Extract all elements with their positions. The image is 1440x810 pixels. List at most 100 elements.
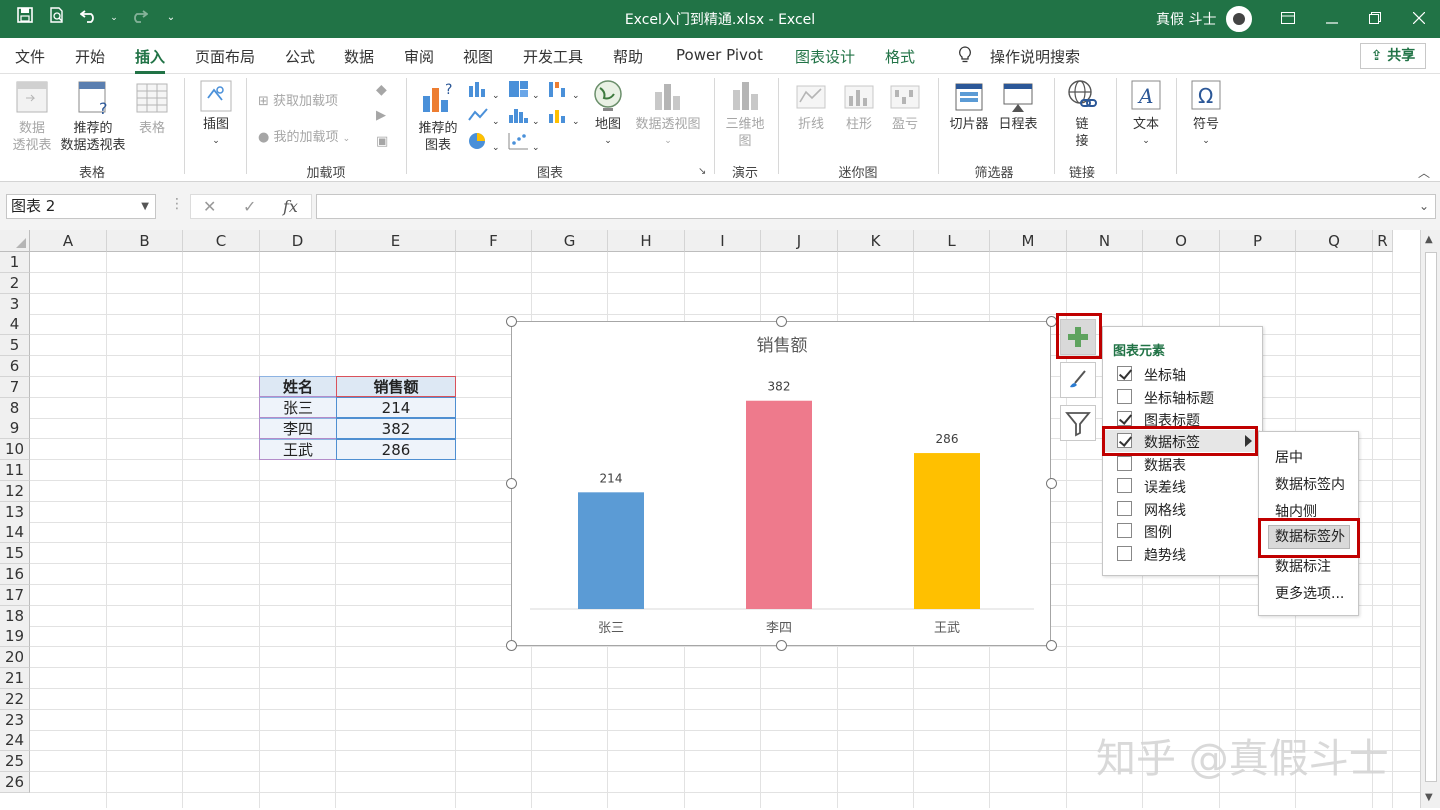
resize-handle[interactable] — [776, 640, 787, 651]
illustrations-button[interactable]: 插图 ⌄ — [196, 78, 236, 150]
bar-3[interactable] — [914, 453, 980, 609]
table-cell[interactable]: 李四 — [259, 418, 337, 439]
option-center[interactable]: 居中 — [1275, 447, 1303, 467]
resize-handle[interactable] — [506, 640, 517, 651]
element-data-table[interactable]: 数据表 — [1117, 453, 1257, 475]
tab-home[interactable]: 开始 — [75, 46, 105, 67]
scroll-thumb[interactable] — [1425, 252, 1437, 782]
share-button[interactable]: ⇪ 共享 — [1360, 43, 1426, 69]
table-header-sales[interactable]: 销售额 — [336, 376, 456, 397]
column-header-m[interactable]: M — [990, 230, 1067, 252]
row-header-17[interactable]: 17 — [0, 584, 30, 606]
map-chart-button[interactable]: 地图 ⌄ — [590, 78, 626, 150]
element-axes[interactable]: 坐标轴 — [1117, 363, 1257, 385]
fx-icon[interactable]: fx — [283, 197, 298, 216]
collapse-ribbon-icon[interactable]: ︿ — [1418, 164, 1430, 181]
tab-insert[interactable]: 插入 — [135, 46, 166, 74]
row-header-24[interactable]: 24 — [0, 730, 30, 752]
resize-handle[interactable] — [1046, 478, 1057, 489]
table-cell[interactable]: 214 — [336, 397, 456, 418]
symbol-button[interactable]: Ω 符号 ⌄ — [1186, 78, 1226, 150]
tab-power-pivot[interactable]: Power Pivot — [676, 46, 763, 64]
column-header-l[interactable]: L — [914, 230, 990, 252]
chevron-down-icon[interactable]: ▼ — [141, 195, 149, 218]
name-box[interactable]: 图表 2 ▼ — [6, 194, 156, 219]
row-header-11[interactable]: 11 — [0, 460, 30, 481]
row-header-3[interactable]: 3 — [0, 293, 30, 315]
formula-input[interactable]: ⌄ — [316, 194, 1436, 219]
column-header-b[interactable]: B — [107, 230, 183, 252]
option-data-callout[interactable]: 数据标注 — [1275, 556, 1331, 576]
scroll-up-icon[interactable]: ▲ — [1425, 234, 1433, 245]
checkbox[interactable] — [1117, 546, 1132, 561]
tab-chart-design[interactable]: 图表设计 — [795, 46, 855, 67]
column-header-k[interactable]: K — [838, 230, 914, 252]
element-legend[interactable]: 图例 — [1117, 520, 1257, 542]
row-header-19[interactable]: 19 — [0, 626, 30, 648]
column-header-c[interactable]: C — [183, 230, 260, 252]
pie-chart-icon[interactable]: ⌄ — [468, 132, 500, 154]
tab-file[interactable]: 文件 — [15, 46, 45, 67]
row-header-1[interactable]: 1 — [0, 252, 30, 273]
row-header-16[interactable]: 16 — [0, 564, 30, 585]
table-cell[interactable]: 286 — [336, 439, 456, 460]
table-cell[interactable]: 382 — [336, 418, 456, 439]
resize-handle[interactable] — [1046, 640, 1057, 651]
restore-icon[interactable] — [1362, 6, 1388, 32]
checkbox[interactable] — [1117, 523, 1132, 538]
column-header-o[interactable]: O — [1143, 230, 1220, 252]
vertical-scrollbar[interactable]: ▲ ▼ — [1420, 230, 1440, 808]
cancel-icon[interactable]: ✕ — [203, 197, 216, 216]
column-header-p[interactable]: P — [1220, 230, 1296, 252]
data-label[interactable]: 214 — [600, 471, 623, 485]
checkbox[interactable] — [1117, 456, 1132, 471]
column-header-d[interactable]: D — [260, 230, 336, 252]
enter-icon[interactable]: ✓ — [243, 197, 256, 216]
element-trendline[interactable]: 趋势线 — [1117, 543, 1257, 565]
row-header-5[interactable]: 5 — [0, 335, 30, 357]
text-button[interactable]: A 文本 ⌄ — [1126, 78, 1166, 150]
table-cell[interactable]: 张三 — [259, 397, 337, 418]
chart-title[interactable]: 销售额 — [757, 336, 808, 356]
resize-handle[interactable] — [506, 478, 517, 489]
close-icon[interactable] — [1406, 6, 1432, 32]
row-header-13[interactable]: 13 — [0, 501, 30, 523]
tell-me-search[interactable]: 操作说明搜索 — [990, 46, 1080, 67]
hierarchy-chart-icon[interactable]: ⌄ — [508, 80, 540, 102]
combo-chart-icon[interactable]: ⌄ — [548, 106, 580, 128]
table-header-name[interactable]: 姓名 — [259, 376, 337, 397]
data-label[interactable]: 382 — [768, 380, 791, 394]
tab-data[interactable]: 数据 — [344, 46, 374, 67]
row-header-2[interactable]: 2 — [0, 272, 30, 294]
column-header-i[interactable]: I — [685, 230, 761, 252]
row-header-9[interactable]: 9 — [0, 418, 30, 440]
link-button[interactable]: 链 接 — [1062, 78, 1102, 150]
line-chart-icon[interactable]: ⌄ — [468, 106, 500, 128]
resize-handle[interactable] — [776, 316, 787, 327]
column-chart-icon[interactable]: ⌄ — [468, 80, 500, 102]
row-header-20[interactable]: 20 — [0, 647, 30, 669]
table-cell[interactable]: 王武 — [259, 439, 337, 460]
scatter-chart-icon[interactable]: ⌄ — [508, 132, 540, 154]
element-axis-titles[interactable]: 坐标轴标题 — [1117, 386, 1257, 408]
tab-format[interactable]: 格式 — [885, 46, 915, 67]
row-header-21[interactable]: 21 — [0, 668, 30, 689]
column-header-f[interactable]: F — [456, 230, 532, 252]
tab-page-layout[interactable]: 页面布局 — [195, 46, 255, 67]
chart-filters-button[interactable] — [1060, 405, 1096, 441]
user-name[interactable]: 真假 斗士 — [1156, 9, 1216, 29]
column-header-n[interactable]: N — [1067, 230, 1143, 252]
recommended-charts-button[interactable]: ? 推荐的 图表 — [414, 78, 462, 154]
checkbox[interactable] — [1117, 389, 1132, 404]
scroll-down-icon[interactable]: ▼ — [1425, 792, 1433, 803]
statistic-chart-icon[interactable]: ⌄ — [508, 106, 540, 128]
row-header-10[interactable]: 10 — [0, 439, 30, 461]
row-header-6[interactable]: 6 — [0, 356, 30, 377]
ribbon-display-icon[interactable] — [1275, 6, 1301, 32]
bar-2[interactable] — [746, 400, 812, 609]
data-label[interactable]: 286 — [936, 432, 959, 446]
bar-1[interactable] — [578, 492, 644, 609]
waterfall-chart-icon[interactable]: ⌄ — [548, 80, 580, 102]
category-label[interactable]: 李四 — [766, 621, 792, 636]
column-header-j[interactable]: J — [761, 230, 838, 252]
